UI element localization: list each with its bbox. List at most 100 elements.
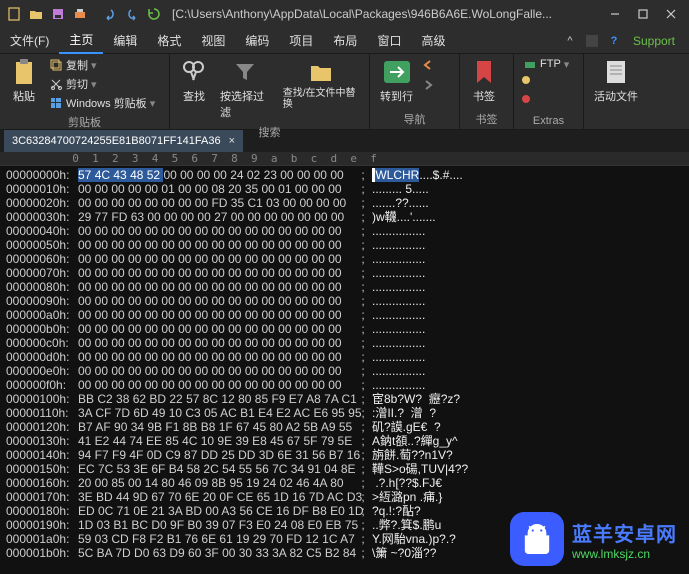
hex-bytes[interactable]: 00 00 00 00 00 00 00 00 00 00 00 00 00 0… [78, 322, 358, 336]
hex-line[interactable]: 00000000h:57 4C 43 48 52 00 00 00 00 24 … [6, 168, 683, 182]
paste-button[interactable]: 粘贴 [6, 56, 42, 106]
hex-line[interactable]: 000000d0h:00 00 00 00 00 00 00 00 00 00 … [6, 350, 683, 364]
save-icon[interactable] [48, 4, 68, 24]
hex-line[interactable]: 00000010h:00 00 00 00 00 01 00 00 08 20 … [6, 182, 683, 196]
menu-window[interactable]: 窗口 [367, 28, 411, 53]
hex-line[interactable]: 000000a0h:00 00 00 00 00 00 00 00 00 00 … [6, 308, 683, 322]
hex-line[interactable]: 00000080h:00 00 00 00 00 00 00 00 00 00 … [6, 280, 683, 294]
file-tab[interactable]: 3C63284700724255E81B8071FF141FA36 × [4, 130, 243, 152]
hex-line[interactable]: 00000030h:29 77 FD 63 00 00 00 00 27 00 … [6, 210, 683, 224]
hex-ascii[interactable]: ................ [372, 378, 425, 392]
hex-ascii[interactable]: ................ [372, 238, 425, 252]
goto-button[interactable]: 转到行 [376, 56, 417, 106]
hex-ascii[interactable]: ................ [372, 224, 425, 238]
refresh-icon[interactable] [144, 4, 164, 24]
hex-ascii[interactable]: ................ [372, 252, 425, 266]
hex-line[interactable]: 00000140h:94 F7 F9 4F 0D C9 87 DD 25 DD … [6, 448, 683, 462]
hex-line[interactable]: 00000130h:41 E2 44 74 EE 85 4C 10 9E 39 … [6, 434, 683, 448]
hex-bytes[interactable]: 94 F7 F9 4F 0D C9 87 DD 25 DD 3D 6E 31 5… [78, 448, 358, 462]
clipboard-mode-button[interactable]: Windows 剪贴板▾ [46, 94, 158, 112]
hex-ascii[interactable]: ......... 5..... [372, 182, 429, 196]
hex-bytes[interactable]: 00 00 00 00 00 00 00 00 00 00 00 00 00 0… [78, 238, 358, 252]
hex-line[interactable]: 00000050h:00 00 00 00 00 00 00 00 00 00 … [6, 238, 683, 252]
hex-ascii[interactable]: \簘 ~?0淄?? [372, 546, 436, 560]
hex-ascii[interactable]: .?.h[??$.FJ€ [372, 476, 442, 490]
hex-bytes[interactable]: 00 00 00 00 00 00 00 00 00 00 00 00 00 0… [78, 252, 358, 266]
hex-line[interactable]: 000000e0h:00 00 00 00 00 00 00 00 00 00 … [6, 364, 683, 378]
hex-ascii[interactable]: ................ [372, 266, 425, 280]
hex-bytes[interactable]: 00 00 00 00 00 00 00 00 00 00 00 00 00 0… [78, 378, 358, 392]
hex-bytes[interactable]: 00 00 00 00 00 00 00 00 00 00 00 00 00 0… [78, 336, 358, 350]
support-link[interactable]: Support [627, 34, 681, 48]
minimize-button[interactable] [601, 2, 629, 26]
hex-bytes[interactable]: 1D 03 B1 BC D0 9F B0 39 07 F3 E0 24 08 E… [78, 518, 358, 532]
hex-bytes[interactable]: 29 77 FD 63 00 00 00 00 27 00 00 00 00 0… [78, 210, 358, 224]
collapse-ribbon-icon[interactable]: ^ [561, 32, 579, 50]
hex-bytes[interactable]: 3A CF 7D 6D 49 10 C3 05 AC B1 E4 E2 AC E… [78, 406, 358, 420]
hex-bytes[interactable]: 5C BA 7D D0 63 D9 60 3F 00 30 33 3A 82 C… [78, 546, 358, 560]
hex-line[interactable]: 00000170h:3E BD 44 9D 67 70 6E 20 0F CE … [6, 490, 683, 504]
hex-bytes[interactable]: 00 00 00 00 00 00 00 00 00 00 00 00 00 0… [78, 294, 358, 308]
hex-bytes[interactable]: B7 AF 90 34 9B F1 8B B8 1F 67 45 80 A2 5… [78, 420, 358, 434]
hex-line[interactable]: 000000c0h:00 00 00 00 00 00 00 00 00 00 … [6, 336, 683, 350]
hex-line[interactable]: 00000020h:00 00 00 00 00 00 00 00 FD 35 … [6, 196, 683, 210]
redo-icon[interactable] [122, 4, 142, 24]
filter-button[interactable]: 按选择过滤 [216, 56, 275, 122]
tool-icon-1[interactable] [520, 73, 572, 91]
hex-bytes[interactable]: 20 00 85 00 14 80 46 09 8B 95 19 24 02 4… [78, 476, 358, 490]
hex-bytes[interactable]: BB C2 38 62 BD 22 57 8C 12 80 85 F9 E7 A… [78, 392, 358, 406]
active-file-button[interactable]: 活动文件 [590, 56, 642, 106]
hex-bytes[interactable]: ED 0C 71 0E 21 3A BD 00 A3 56 CE 16 DF B… [78, 504, 358, 518]
ftp-button[interactable]: FTP▾ [520, 56, 572, 72]
menu-advanced[interactable]: 高级 [411, 28, 455, 53]
hex-bytes[interactable]: 00 00 00 00 00 00 00 00 00 00 00 00 00 0… [78, 350, 358, 364]
hex-bytes[interactable]: 00 00 00 00 00 00 00 00 00 00 00 00 00 0… [78, 280, 358, 294]
hex-line[interactable]: 00000100h:BB C2 38 62 BD 22 57 8C 12 80 … [6, 392, 683, 406]
open-file-icon[interactable] [26, 4, 46, 24]
close-button[interactable] [657, 2, 685, 26]
nav-fwd-icon[interactable] [421, 78, 435, 97]
help-icon[interactable]: ? [605, 32, 623, 50]
hex-bytes[interactable]: 00 00 00 00 00 00 00 00 FD 35 C1 03 00 0… [78, 196, 358, 210]
hex-ascii[interactable]: ?q.!:?酟? [372, 504, 421, 518]
hex-ascii[interactable]: A鈉t頟..?繟g_y^ [372, 434, 458, 448]
hex-ascii[interactable]: ................ [372, 294, 425, 308]
menu-project[interactable]: 项目 [279, 28, 323, 53]
hex-line[interactable]: 00000120h:B7 AF 90 34 9B F1 8B B8 1F 67 … [6, 420, 683, 434]
hex-line[interactable]: 00000110h:3A CF 7D 6D 49 10 C3 05 AC B1 … [6, 406, 683, 420]
hex-ascii[interactable]: ................ [372, 280, 425, 294]
hex-line[interactable]: 000000f0h:00 00 00 00 00 00 00 00 00 00 … [6, 378, 683, 392]
hex-ascii[interactable]: Y.网駘vna.)p?.? [372, 532, 456, 546]
hex-ascii[interactable]: WLCHR....$.#.... [372, 168, 463, 182]
hex-ascii[interactable]: ................ [372, 364, 425, 378]
theme-icon[interactable] [583, 32, 601, 50]
undo-icon[interactable] [100, 4, 120, 24]
menu-encoding[interactable]: 编码 [235, 28, 279, 53]
menu-file[interactable]: 文件(F) [0, 28, 59, 53]
hex-bytes[interactable]: 59 03 CD F8 F2 B1 76 6E 61 19 29 70 FD 1… [78, 532, 358, 546]
hex-ascii[interactable]: ................ [372, 350, 425, 364]
hex-ascii[interactable]: ..弊?.箕$.鹏u [372, 518, 441, 532]
menu-format[interactable]: 格式 [147, 28, 191, 53]
hex-ascii[interactable]: 宦8b?W? 癧?z? [372, 392, 460, 406]
hex-ascii[interactable]: :潧II.? 潧 ? [372, 406, 436, 420]
hex-bytes[interactable]: 00 00 00 00 00 00 00 00 00 00 00 00 00 0… [78, 364, 358, 378]
hex-ascii[interactable]: ................ [372, 322, 425, 336]
hex-line[interactable]: 00000090h:00 00 00 00 00 00 00 00 00 00 … [6, 294, 683, 308]
menu-layout[interactable]: 布局 [323, 28, 367, 53]
nav-back-icon[interactable] [421, 58, 435, 77]
hex-ascii[interactable]: 鞾S>o碭,TUV|4?? [372, 462, 468, 476]
cut-button[interactable]: 剪切▾ [46, 75, 158, 93]
menu-home[interactable]: 主页 [59, 27, 103, 54]
hex-line[interactable]: 00000070h:00 00 00 00 00 00 00 00 00 00 … [6, 266, 683, 280]
hex-ascii[interactable]: ................ [372, 308, 425, 322]
menu-edit[interactable]: 编辑 [103, 28, 147, 53]
find-button[interactable]: 查找 [176, 56, 212, 106]
hex-line[interactable]: 00000150h:EC 7C 53 3E 6F B4 58 2C 54 55 … [6, 462, 683, 476]
menu-view[interactable]: 视图 [191, 28, 235, 53]
hex-bytes[interactable]: 00 00 00 00 00 01 00 00 08 20 35 00 01 0… [78, 182, 358, 196]
find-replace-button[interactable]: 查找/在文件中替换 [279, 56, 363, 112]
hex-bytes[interactable]: 41 E2 44 74 EE 85 4C 10 9E 39 E8 45 67 5… [78, 434, 358, 448]
hex-bytes[interactable]: 57 4C 43 48 52 00 00 00 00 24 02 23 00 0… [78, 168, 358, 182]
copy-button[interactable]: 复制▾ [46, 56, 158, 74]
